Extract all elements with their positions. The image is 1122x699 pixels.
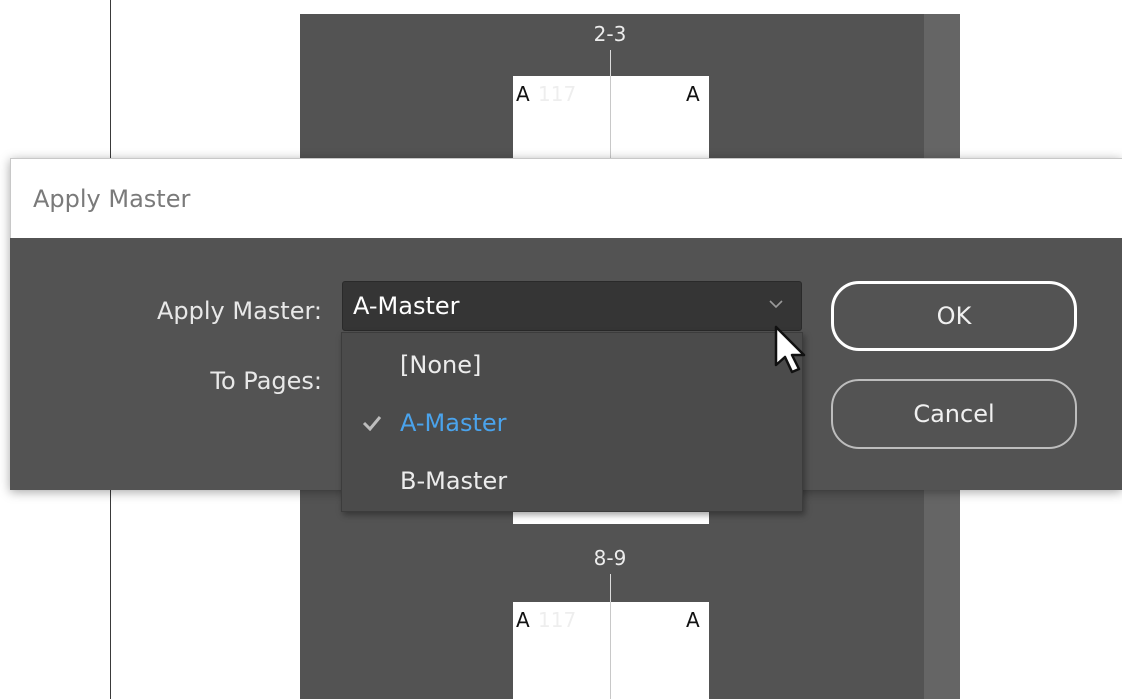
checkmark-icon [362,416,382,431]
menu-item-none[interactable]: [None] [342,339,802,395]
spread-divider [610,76,611,158]
menu-item-label: B-Master [400,467,508,495]
chevron-down-icon [769,300,783,309]
spread-divider [610,602,611,699]
faint-page-number: 117 [538,608,577,632]
master-letter: A [686,608,700,632]
spine-tick [610,50,611,76]
menu-item-label: [None] [400,351,482,379]
spread-label: 2-3 [593,22,627,46]
faint-page-number: 117 [538,82,577,106]
apply-master-dropdown[interactable]: A-Master [342,281,802,331]
apply-master-menu: [None] A-Master B-Master [341,332,803,512]
master-letter: A [516,608,530,632]
spread-label: 8-9 [593,546,627,570]
dialog-title: Apply Master [33,185,191,213]
dialog-titlebar[interactable]: Apply Master [10,158,1122,238]
master-letter: A [686,82,700,106]
mouse-cursor-icon [774,325,806,374]
spine-tick [610,574,611,602]
menu-item-label: A-Master [400,409,507,437]
menu-item-b-master[interactable]: B-Master [342,455,802,511]
ok-button[interactable]: OK [831,281,1077,351]
to-pages-label: To Pages: [210,367,322,395]
menu-item-a-master[interactable]: A-Master [342,397,802,453]
dropdown-value: A-Master [353,292,460,320]
cancel-button[interactable]: Cancel [831,379,1077,449]
master-letter: A [516,82,530,106]
apply-master-label: Apply Master: [156,297,322,325]
